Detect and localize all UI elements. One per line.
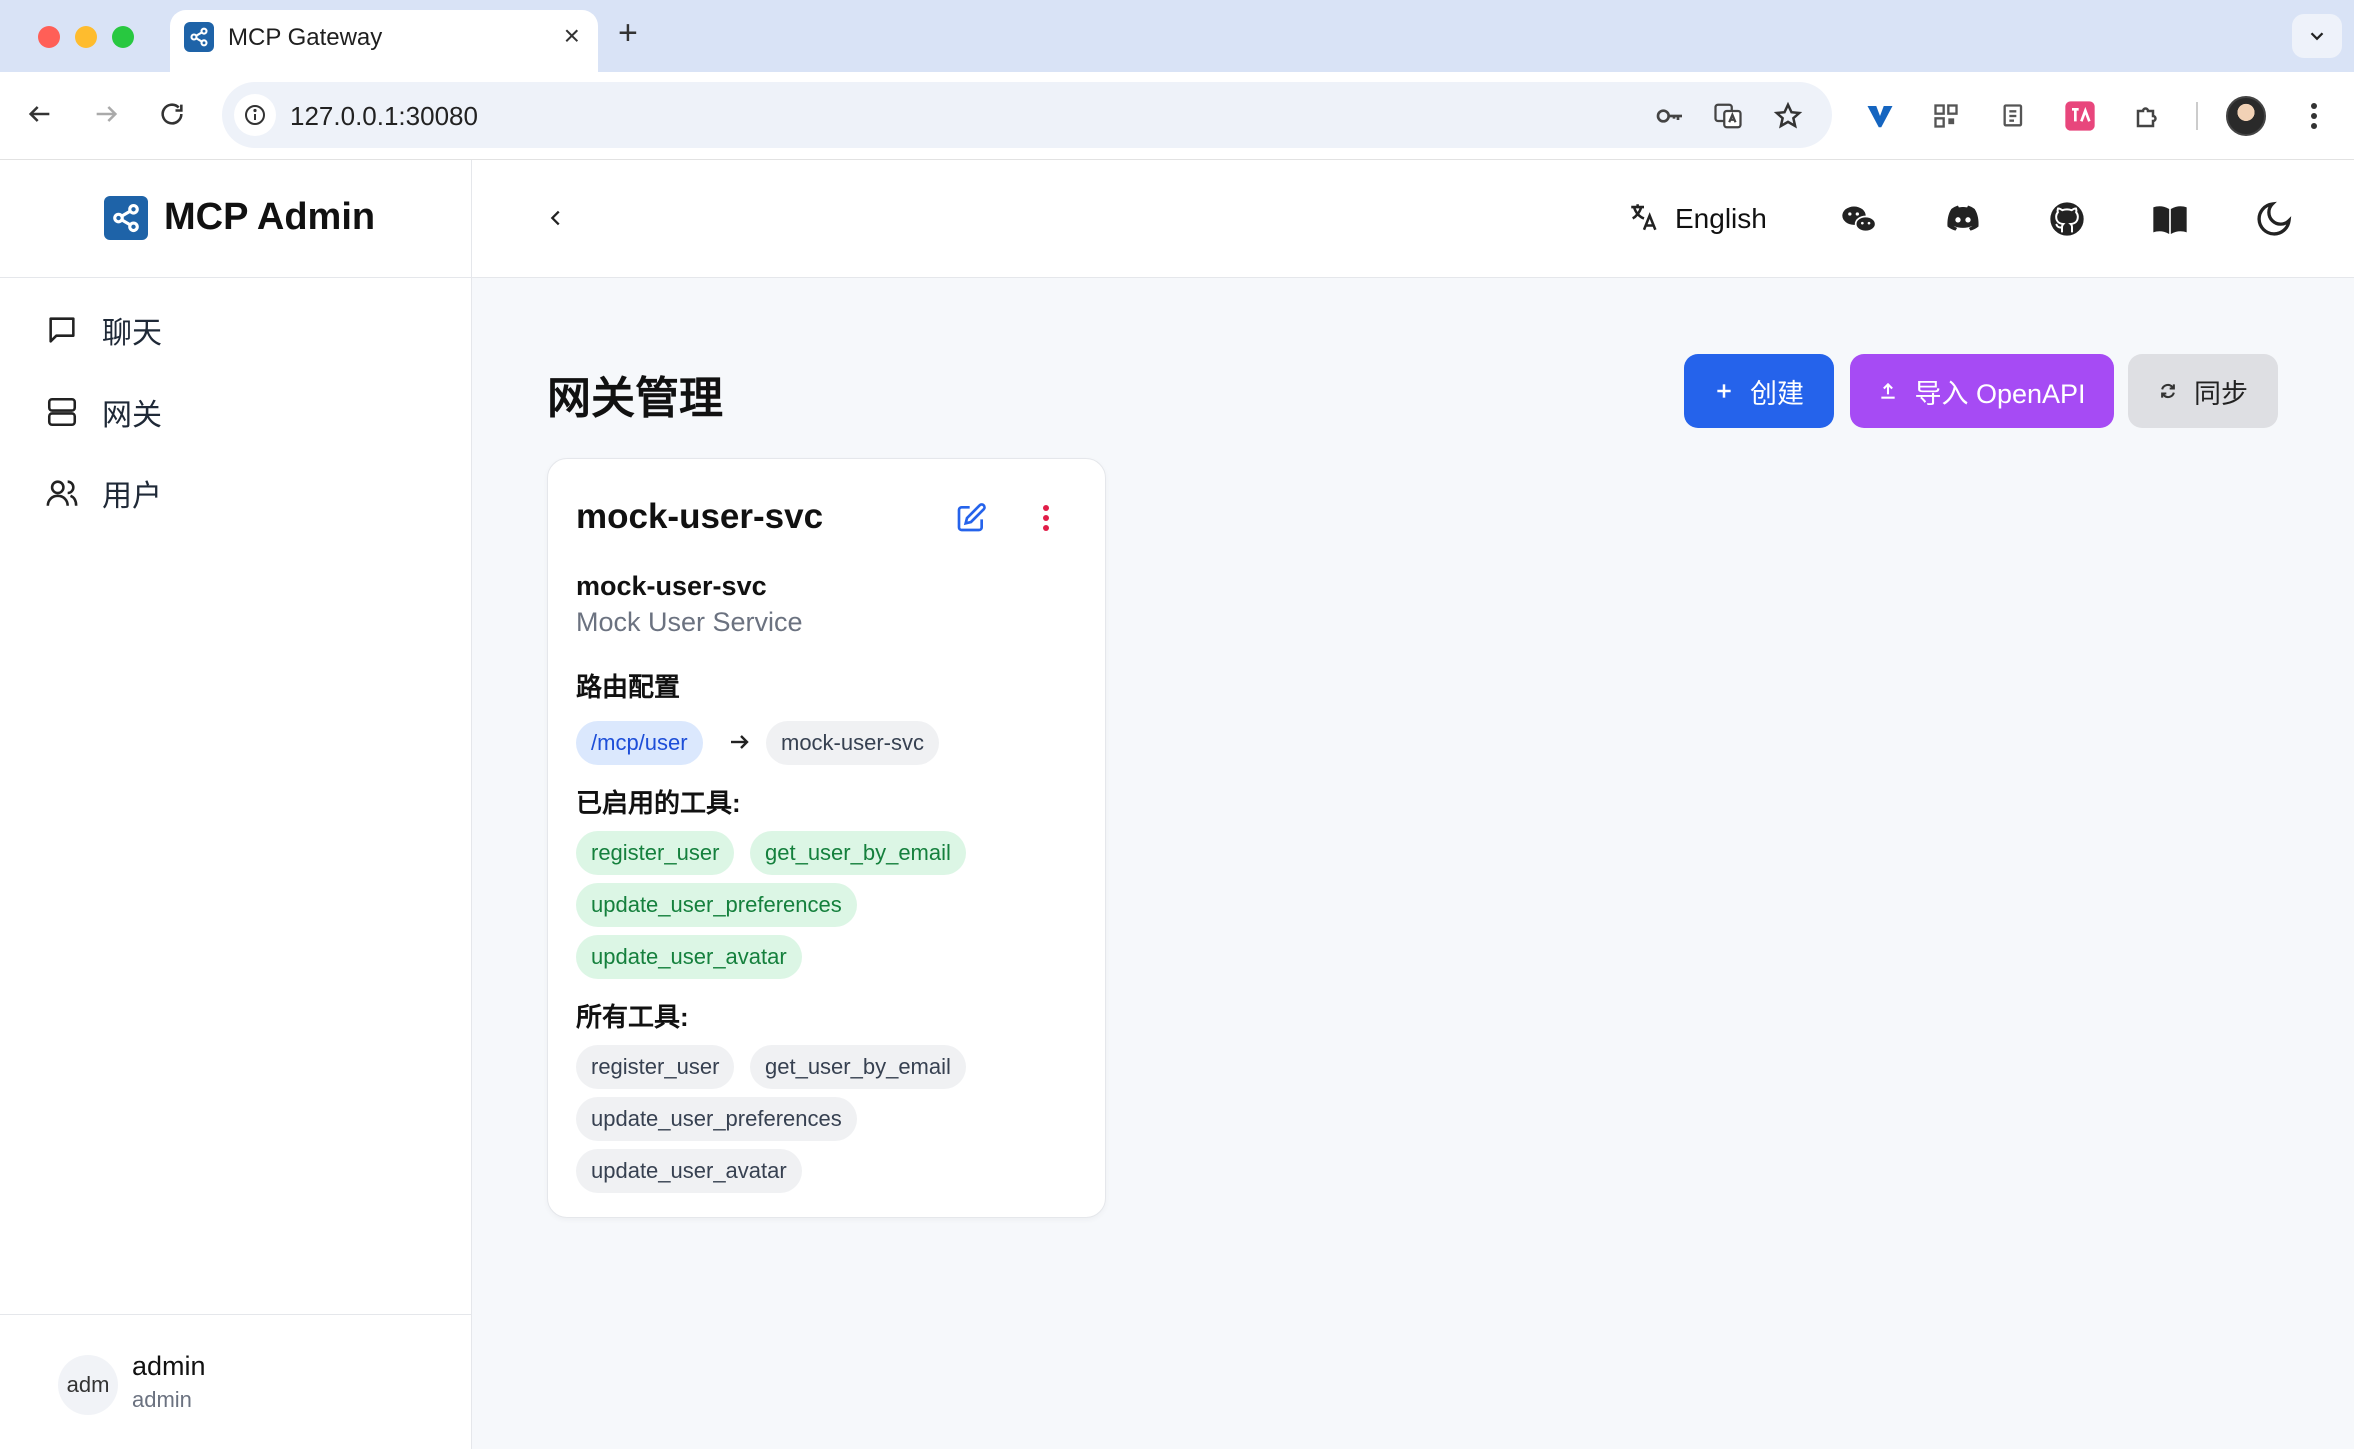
sidebar-item-users[interactable]: 用户 <box>40 463 440 523</box>
main-content: 网关管理 创建 导入 OpenAPI 同步 mock-user-svc mock… <box>472 278 2354 1449</box>
enabled-tool-chip: register_user <box>576 831 735 875</box>
more-options-button[interactable] <box>1034 501 1058 535</box>
password-key-icon[interactable] <box>1654 100 1686 132</box>
chevron-down-icon <box>2310 32 2324 41</box>
translate-icon[interactable] <box>1712 100 1744 132</box>
route-config-label: 路由配置 <box>576 672 681 702</box>
site-info-icon[interactable] <box>234 94 276 136</box>
collapse-sidebar-button[interactable] <box>540 202 572 234</box>
share-nodes-icon <box>184 22 214 52</box>
route-target-chip: mock-user-svc <box>766 721 940 765</box>
arrow-right-icon <box>724 727 754 757</box>
import-label: 导入 OpenAPI <box>1914 378 2086 409</box>
sync-label: 同步 <box>2194 378 2248 409</box>
plus-icon <box>1714 381 1734 401</box>
puzzle-extensions-icon[interactable] <box>2130 98 2166 134</box>
language-switcher[interactable]: English <box>1627 198 1767 240</box>
address-bar[interactable]: 127.0.0.1:30080 <box>222 82 1832 148</box>
extension-v-icon[interactable] <box>1862 98 1898 134</box>
browser-menu-icon[interactable] <box>2296 98 2332 134</box>
create-button[interactable]: 创建 <box>1684 354 1834 428</box>
qr-code-icon[interactable] <box>1928 98 1964 134</box>
gateway-card-title: mock-user-svc <box>576 497 824 536</box>
language-icon <box>1627 200 1661 239</box>
service-name: mock-user-svc <box>576 571 767 601</box>
sidebar-item-label: 聊天 <box>102 317 162 350</box>
tab-title: MCP Gateway <box>228 24 383 51</box>
brand-header: MCP Admin <box>0 160 472 278</box>
new-tab-button[interactable]: + <box>618 14 638 53</box>
create-label: 创建 <box>1750 378 1804 409</box>
browser-tab[interactable]: MCP Gateway × <box>170 10 598 72</box>
users-icon <box>40 471 84 515</box>
window-close-button[interactable] <box>38 26 60 48</box>
tab-close-button[interactable]: × <box>564 20 580 52</box>
github-icon[interactable] <box>2046 198 2088 240</box>
sidebar-item-chat[interactable]: 聊天 <box>40 300 440 360</box>
docs-book-icon[interactable] <box>2149 198 2191 240</box>
url-text[interactable]: 127.0.0.1:30080 <box>290 101 478 132</box>
service-description: Mock User Service <box>576 607 803 637</box>
tool-chip: update_user_preferences <box>576 1097 857 1141</box>
import-openapi-button[interactable]: 导入 OpenAPI <box>1850 354 2114 428</box>
bookmark-star-icon[interactable] <box>1772 100 1804 132</box>
sidebar: MCP Admin 聊天 网关 用户 adm admin admin <box>0 160 472 1449</box>
browser-toolbar: 127.0.0.1:30080 <box>0 72 2354 160</box>
reload-button[interactable] <box>152 94 192 134</box>
more-vertical-icon <box>1043 505 1049 531</box>
sidebar-item-gateway[interactable]: 网关 <box>40 382 440 442</box>
sync-icon <box>2158 381 2178 401</box>
edit-gateway-button[interactable] <box>954 501 988 535</box>
avatar: adm <box>58 1355 118 1415</box>
gateway-card: mock-user-svc mock-user-svc Mock User Se… <box>547 458 1106 1218</box>
server-icon <box>40 390 84 434</box>
upload-icon <box>1878 381 1898 401</box>
sidebar-item-label: 网关 <box>102 399 162 432</box>
brand-name: MCP Admin <box>164 196 376 238</box>
discord-icon[interactable] <box>1942 198 1984 240</box>
enabled-tool-chip: update_user_avatar <box>576 935 802 979</box>
dark-mode-moon-icon[interactable] <box>2253 198 2295 240</box>
sidebar-item-label: 用户 <box>102 480 162 513</box>
tool-chip: register_user <box>576 1045 735 1089</box>
window-maximize-button[interactable] <box>112 26 134 48</box>
chevron-left-icon <box>550 210 560 226</box>
chat-icon <box>40 308 84 352</box>
enabled-tools-label: 已启用的工具: <box>576 788 741 818</box>
enabled-tool-chip: update_user_preferences <box>576 883 857 927</box>
arrow-right-icon <box>96 106 118 122</box>
wechat-icon[interactable] <box>1838 198 1880 240</box>
forward-button[interactable] <box>86 94 126 134</box>
all-tools-label: 所有工具: <box>576 1002 689 1032</box>
route-prefix-chip: /mcp/user <box>576 721 703 765</box>
brand-logo-icon <box>104 196 148 240</box>
profile-avatar-icon[interactable] <box>2226 96 2266 136</box>
tool-chip: update_user_avatar <box>576 1149 802 1193</box>
window-minimize-button[interactable] <box>75 26 97 48</box>
translator-extension-icon[interactable] <box>2062 98 2098 134</box>
user-role: admin <box>132 1387 192 1412</box>
edit-icon <box>957 503 986 532</box>
user-name: admin <box>132 1351 206 1381</box>
page-title: 网关管理 <box>547 374 723 423</box>
language-label: English <box>1675 203 1767 234</box>
tab-search-button[interactable] <box>2292 14 2342 58</box>
top-header: English <box>472 160 2354 278</box>
enabled-tool-chip: get_user_by_email <box>750 831 966 875</box>
tool-chip: get_user_by_email <box>750 1045 966 1089</box>
arrow-left-icon <box>28 106 50 122</box>
reading-list-icon[interactable] <box>1996 98 2032 134</box>
browser-tab-bar: MCP Gateway × + <box>0 0 2354 72</box>
reload-icon <box>161 103 183 125</box>
back-button[interactable] <box>20 94 60 134</box>
app-root: MCP Admin 聊天 网关 用户 adm admin admin Engli… <box>0 160 2354 1449</box>
sync-button[interactable]: 同步 <box>2128 354 2278 428</box>
toolbar-divider <box>2196 102 2198 130</box>
user-profile[interactable]: adm admin admin <box>0 1314 472 1449</box>
